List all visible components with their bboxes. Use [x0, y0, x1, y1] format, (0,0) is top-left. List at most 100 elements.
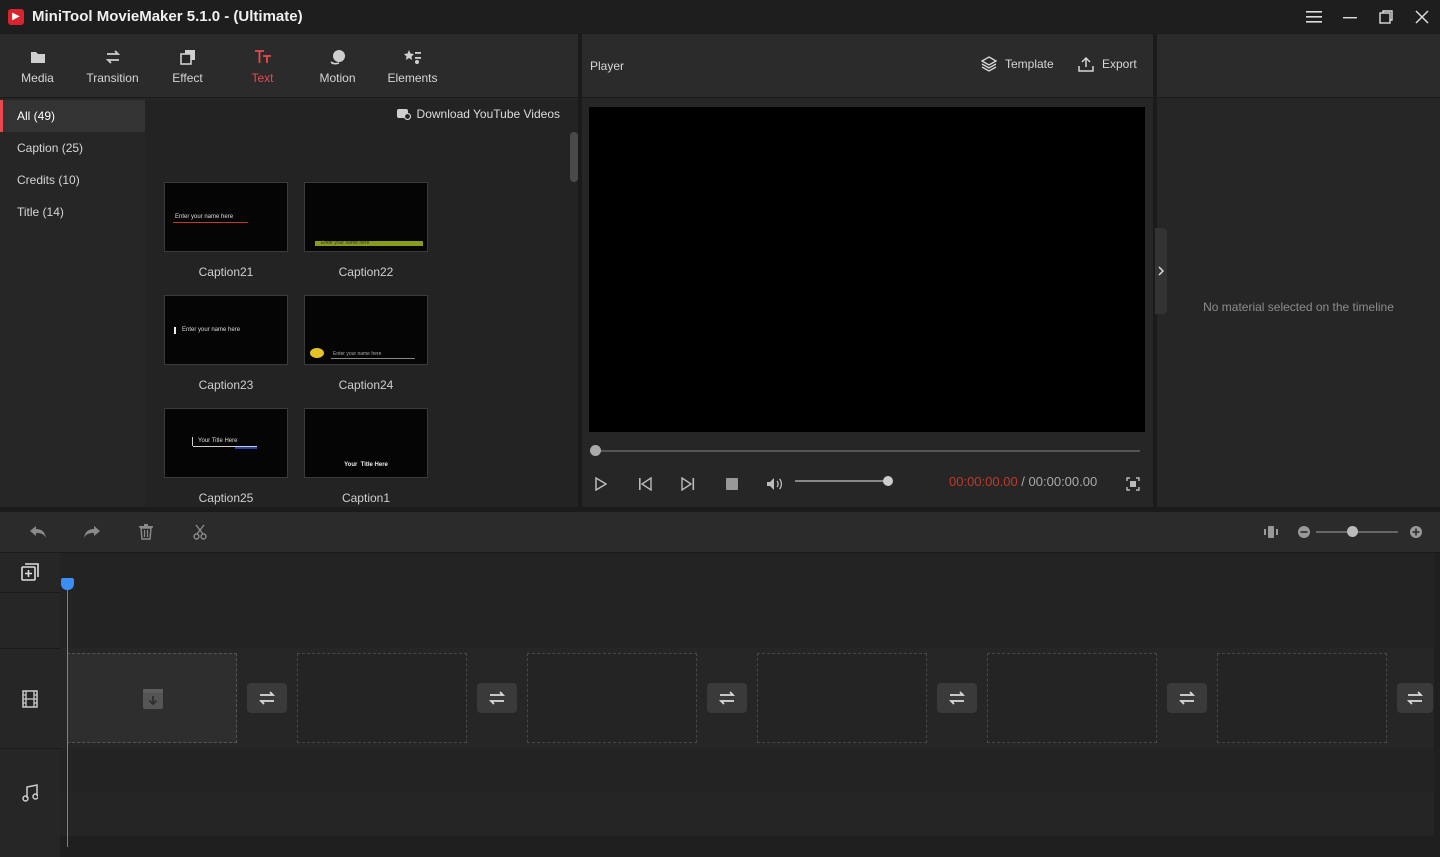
tab-motion[interactable]: Motion [300, 34, 375, 98]
tab-effect[interactable]: Effect [150, 34, 225, 98]
close-button[interactable] [1404, 0, 1440, 33]
template-thumbnail: Your Title Here [304, 408, 428, 478]
redo-button[interactable] [82, 522, 102, 542]
text-track[interactable] [60, 591, 1434, 648]
split-button[interactable] [190, 522, 210, 542]
layers-stack-icon [981, 56, 997, 72]
undo-icon [30, 526, 46, 538]
category-all[interactable]: All (49) [0, 100, 145, 132]
template-label: Caption21 [198, 265, 254, 279]
thumb-bar [192, 437, 193, 446]
zoom-handle[interactable] [1347, 526, 1358, 537]
template-card-caption1[interactable]: Your Title Here Caption1 [304, 408, 428, 505]
add-track-button[interactable] [20, 562, 40, 582]
volume-button[interactable] [765, 474, 785, 494]
template-card-caption25[interactable]: Your Title Here Caption25 [164, 408, 288, 505]
volume-slider[interactable] [795, 480, 888, 482]
transition-slot[interactable] [937, 683, 977, 713]
empty-clip-slot[interactable] [1217, 653, 1387, 743]
time-separator: / [1017, 474, 1029, 489]
audio-track-2[interactable] [60, 792, 1434, 836]
seek-bar[interactable] [595, 450, 1140, 452]
chevron-right-icon [1158, 266, 1164, 276]
tab-text[interactable]: Text [225, 34, 300, 98]
tab-text-label: Text [251, 70, 274, 85]
empty-clip-slot[interactable] [757, 653, 927, 743]
library-toolbar: Media Transition Effect Text Motion Elem… [0, 34, 578, 98]
play-button[interactable] [591, 474, 611, 494]
title-bar: ▶ MiniTool MovieMaker 5.1.0 - (Ultimate) [0, 0, 1440, 33]
category-credits[interactable]: Credits (10) [0, 164, 145, 196]
import-icon [143, 689, 163, 709]
volume-handle[interactable] [883, 476, 893, 486]
export-button[interactable]: Export [1078, 56, 1137, 72]
swap-icon [948, 691, 966, 705]
fit-icon [1264, 526, 1278, 538]
template-thumbnail: Enter your name here [164, 295, 288, 365]
delete-button[interactable] [136, 522, 156, 542]
category-caption[interactable]: Caption (25) [0, 132, 145, 164]
transition-slot[interactable] [477, 683, 517, 713]
template-thumbnail: Enter your name here [304, 182, 428, 252]
youtube-download-icon [396, 109, 411, 120]
category-title[interactable]: Title (14) [0, 196, 145, 228]
template-card-caption24[interactable]: Enter your name here Caption24 [304, 295, 428, 392]
minimize-button[interactable] [1332, 0, 1368, 33]
zoom-out-button[interactable] [1294, 522, 1314, 542]
stop-button[interactable] [722, 474, 742, 494]
grid-scrollbar[interactable] [570, 132, 578, 182]
template-card-caption23[interactable]: Enter your name here Caption23 [164, 295, 288, 392]
timeline-toolbar [0, 512, 1440, 552]
template-thumbnail: Your Title Here [164, 408, 288, 478]
restore-icon [1379, 9, 1393, 24]
template-card-caption21[interactable]: Enter your name here Caption21 [164, 182, 288, 279]
fit-timeline-button[interactable] [1261, 522, 1281, 542]
undo-button[interactable] [28, 522, 48, 542]
empty-clip-slot[interactable] [987, 653, 1157, 743]
template-thumbnail: Enter your name here [164, 182, 288, 252]
current-time: 00:00:00.00 [949, 474, 1018, 489]
tab-transition[interactable]: Transition [75, 34, 150, 98]
media-drop-slot[interactable] [67, 653, 237, 743]
swap-icon [488, 691, 506, 705]
transition-slot[interactable] [247, 683, 287, 713]
transition-slot[interactable] [1167, 683, 1207, 713]
stop-icon [726, 478, 738, 490]
player-panel: Player Template Export 00:00:00.00 / 00:… [582, 34, 1153, 507]
scissors-icon [193, 524, 207, 540]
download-youtube-label: Download YouTube Videos [416, 107, 560, 121]
empty-clip-slot[interactable] [527, 653, 697, 743]
template-button[interactable]: Template [981, 56, 1054, 72]
trash-icon [139, 524, 153, 540]
volume-icon [767, 478, 783, 490]
template-label: Caption24 [338, 378, 394, 392]
close-icon [1415, 9, 1429, 24]
thumb-preview-text: Enter your name here [182, 327, 241, 333]
window-title: MiniTool MovieMaker 5.1.0 - (Ultimate) [32, 8, 303, 25]
seek-handle[interactable] [590, 445, 601, 456]
tab-elements[interactable]: Elements [375, 34, 450, 98]
divider [0, 592, 60, 593]
hamburger-icon [1306, 10, 1322, 23]
audio-track[interactable] [60, 748, 1434, 792]
empty-clip-slot[interactable] [297, 653, 467, 743]
download-youtube-link[interactable]: Download YouTube Videos [396, 107, 560, 121]
template-card-caption22[interactable]: Enter your name here Caption22 [304, 182, 428, 279]
preview-screen [589, 107, 1145, 432]
zoom-in-button[interactable] [1406, 522, 1426, 542]
playhead-handle[interactable] [61, 578, 74, 590]
template-label: Caption23 [198, 378, 254, 392]
divider [0, 748, 60, 749]
transition-slot[interactable] [1397, 683, 1433, 713]
previous-frame-button[interactable] [635, 474, 655, 494]
timeline-ruler[interactable] [60, 553, 1434, 591]
app-logo-icon: ▶ [8, 8, 24, 25]
next-frame-button[interactable] [678, 474, 698, 494]
menu-button[interactable] [1296, 0, 1332, 33]
transition-slot[interactable] [707, 683, 747, 713]
tab-media[interactable]: Media [0, 34, 75, 98]
fullscreen-button[interactable] [1123, 474, 1143, 494]
template-label: Caption25 [198, 491, 254, 505]
collapse-panel-tab[interactable] [1155, 228, 1167, 314]
maximize-button[interactable] [1368, 0, 1404, 33]
